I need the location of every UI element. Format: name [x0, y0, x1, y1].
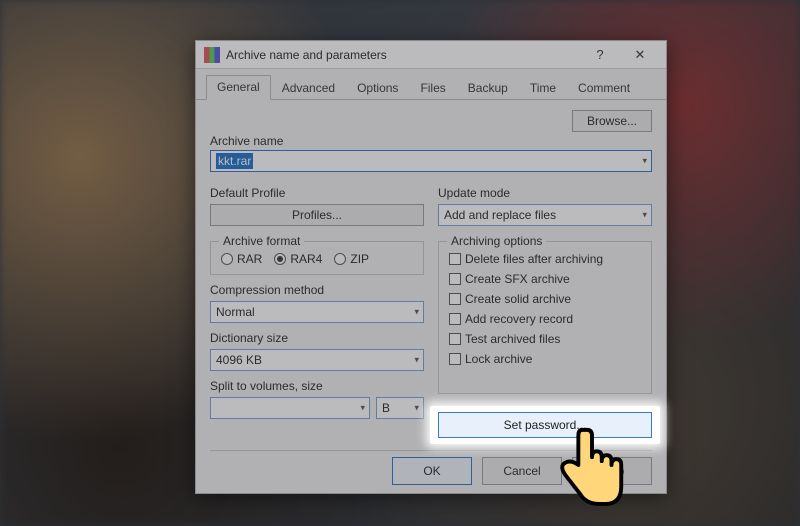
chevron-down-icon: ▾: [642, 156, 647, 167]
opt-add-recovery[interactable]: Add recovery record: [449, 312, 641, 326]
tab-files[interactable]: Files: [409, 76, 456, 100]
close-button[interactable]: ✕: [620, 42, 660, 68]
archiving-options-legend: Archiving options: [447, 234, 546, 248]
titlebar: Archive name and parameters ? ✕: [196, 41, 666, 69]
chevron-down-icon: ▾: [414, 306, 419, 317]
split-unit-value: B: [382, 401, 390, 415]
chevron-down-icon: ▾: [642, 210, 647, 221]
pointer-hand-icon: [553, 420, 631, 508]
profiles-button[interactable]: Profiles...: [210, 204, 424, 226]
opt-lock-archive[interactable]: Lock archive: [449, 352, 641, 366]
ok-button[interactable]: OK: [392, 457, 472, 485]
opt-create-solid[interactable]: Create solid archive: [449, 292, 641, 306]
compression-select[interactable]: Normal ▾: [210, 301, 424, 323]
opt-test-archived[interactable]: Test archived files: [449, 332, 641, 346]
split-size-input[interactable]: ▾: [210, 397, 370, 419]
update-mode-block: Update mode Add and replace files ▾: [438, 186, 652, 232]
opt-delete-after[interactable]: Delete files after archiving: [449, 252, 641, 266]
update-mode-label: Update mode: [438, 186, 652, 200]
format-rar[interactable]: RAR: [221, 252, 262, 266]
opt-create-sfx[interactable]: Create SFX archive: [449, 272, 641, 286]
winrar-icon: [204, 47, 220, 63]
browse-button[interactable]: Browse...: [572, 110, 652, 132]
tab-strip: General Advanced Options Files Backup Ti…: [196, 69, 666, 100]
archive-format-group: Archive format RAR RAR4 ZIP: [210, 241, 424, 275]
format-rar4[interactable]: RAR4: [274, 252, 322, 266]
chevron-down-icon: ▾: [360, 402, 365, 413]
archive-name-value: kkt.rar: [216, 153, 253, 169]
chevron-down-icon: ▾: [414, 354, 419, 365]
dictionary-select[interactable]: 4096 KB ▾: [210, 349, 424, 371]
dialog-title: Archive name and parameters: [226, 48, 580, 62]
tab-comment[interactable]: Comment: [567, 76, 641, 100]
tab-general[interactable]: General: [206, 75, 271, 100]
left-column: Archive format RAR RAR4 ZIP Compression …: [210, 241, 424, 438]
compression-label: Compression method: [210, 283, 424, 297]
split-label: Split to volumes, size: [210, 379, 424, 393]
update-mode-value: Add and replace files: [444, 208, 556, 222]
archive-name-label: Archive name: [210, 134, 652, 148]
split-unit-select[interactable]: B ▾: [376, 397, 424, 419]
dictionary-block: Dictionary size 4096 KB ▾: [210, 331, 424, 371]
dictionary-label: Dictionary size: [210, 331, 424, 345]
dictionary-value: 4096 KB: [216, 353, 262, 367]
cancel-button[interactable]: Cancel: [482, 457, 562, 485]
archive-format-legend: Archive format: [219, 234, 304, 248]
tab-backup[interactable]: Backup: [457, 76, 519, 100]
update-mode-select[interactable]: Add and replace files ▾: [438, 204, 652, 226]
help-button[interactable]: ?: [580, 42, 620, 68]
tab-time[interactable]: Time: [519, 76, 567, 100]
tab-advanced[interactable]: Advanced: [271, 76, 346, 100]
tab-options[interactable]: Options: [346, 76, 409, 100]
archiving-options-group: Archiving options Delete files after arc…: [438, 241, 652, 394]
chevron-down-icon: ▾: [414, 402, 419, 413]
default-profile-block: Default Profile Profiles...: [210, 186, 424, 232]
default-profile-label: Default Profile: [210, 186, 424, 200]
compression-value: Normal: [216, 305, 255, 319]
archive-name-input[interactable]: kkt.rar ▾: [210, 150, 652, 172]
format-zip[interactable]: ZIP: [334, 252, 369, 266]
archive-name-row: Browse... Archive name kkt.rar ▾: [210, 110, 652, 178]
split-block: Split to volumes, size ▾ B ▾: [210, 379, 424, 419]
compression-block: Compression method Normal ▾: [210, 283, 424, 323]
